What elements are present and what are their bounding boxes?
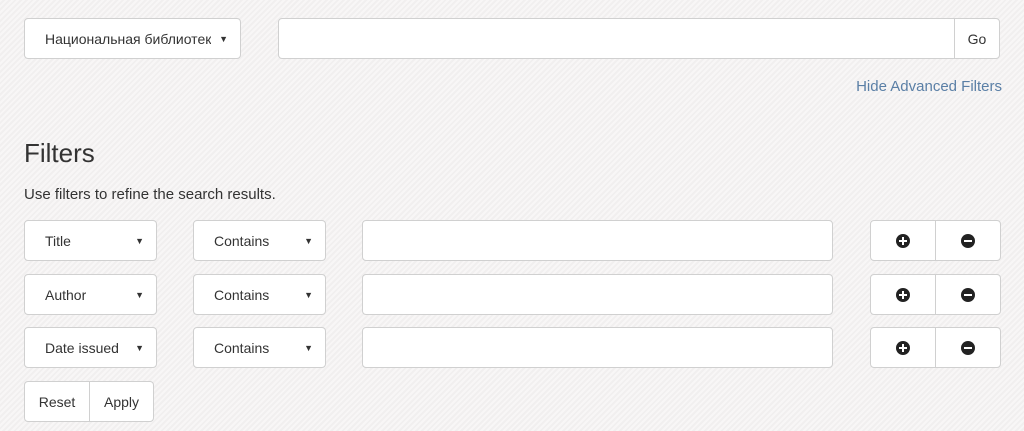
filter-field-value: Date issued: [45, 339, 119, 356]
go-button[interactable]: Go: [954, 18, 1000, 59]
filter-operator-select[interactable]: Contains ▼: [193, 220, 326, 261]
filter-value-input[interactable]: [362, 274, 833, 315]
scope-select[interactable]: Национальная библиотек ▼: [24, 18, 241, 59]
filter-field-value: Author: [45, 286, 87, 303]
filter-operator-value: Contains: [214, 286, 270, 303]
remove-filter-button[interactable]: [935, 327, 1001, 368]
filter-operator-value: Contains: [214, 339, 270, 356]
filter-field-value: Title: [45, 232, 71, 249]
hide-advanced-filters-link[interactable]: Hide Advanced Filters: [846, 78, 1002, 95]
caret-down-icon: ▼: [304, 235, 313, 246]
add-filter-button[interactable]: [870, 274, 936, 315]
add-filter-button[interactable]: [870, 327, 936, 368]
plus-circle-icon: [896, 340, 910, 355]
caret-down-icon: ▼: [219, 33, 228, 44]
scope-select-value: Национальная библиотек: [45, 30, 212, 47]
apply-button-label: Apply: [103, 393, 140, 410]
reset-button[interactable]: Reset: [24, 381, 90, 422]
filter-field-select[interactable]: Date issued ▼: [24, 327, 157, 368]
filter-field-select[interactable]: Author ▼: [24, 274, 157, 315]
plus-circle-icon: [896, 233, 910, 248]
search-input[interactable]: [278, 18, 955, 59]
filters-heading: Filters: [24, 138, 95, 168]
go-button-label: Go: [967, 30, 987, 47]
minus-circle-icon: [961, 233, 975, 248]
filter-operator-value: Contains: [214, 232, 270, 249]
filter-operator-select[interactable]: Contains ▼: [193, 274, 326, 315]
caret-down-icon: ▼: [304, 342, 313, 353]
caret-down-icon: ▼: [135, 289, 144, 300]
filter-value-input[interactable]: [362, 220, 833, 261]
apply-button[interactable]: Apply: [89, 381, 154, 422]
remove-filter-button[interactable]: [935, 220, 1001, 261]
filter-value-input[interactable]: [362, 327, 833, 368]
caret-down-icon: ▼: [304, 289, 313, 300]
add-filter-button[interactable]: [870, 220, 936, 261]
minus-circle-icon: [961, 340, 975, 355]
filter-operator-select[interactable]: Contains ▼: [193, 327, 326, 368]
minus-circle-icon: [961, 287, 975, 302]
filter-field-select[interactable]: Title ▼: [24, 220, 157, 261]
hide-advanced-filters-label: Hide Advanced Filters: [856, 78, 1002, 95]
plus-circle-icon: [896, 287, 910, 302]
caret-down-icon: ▼: [135, 235, 144, 246]
filters-description: Use filters to refine the search results…: [24, 186, 276, 203]
reset-button-label: Reset: [38, 393, 76, 410]
caret-down-icon: ▼: [135, 342, 144, 353]
remove-filter-button[interactable]: [935, 274, 1001, 315]
